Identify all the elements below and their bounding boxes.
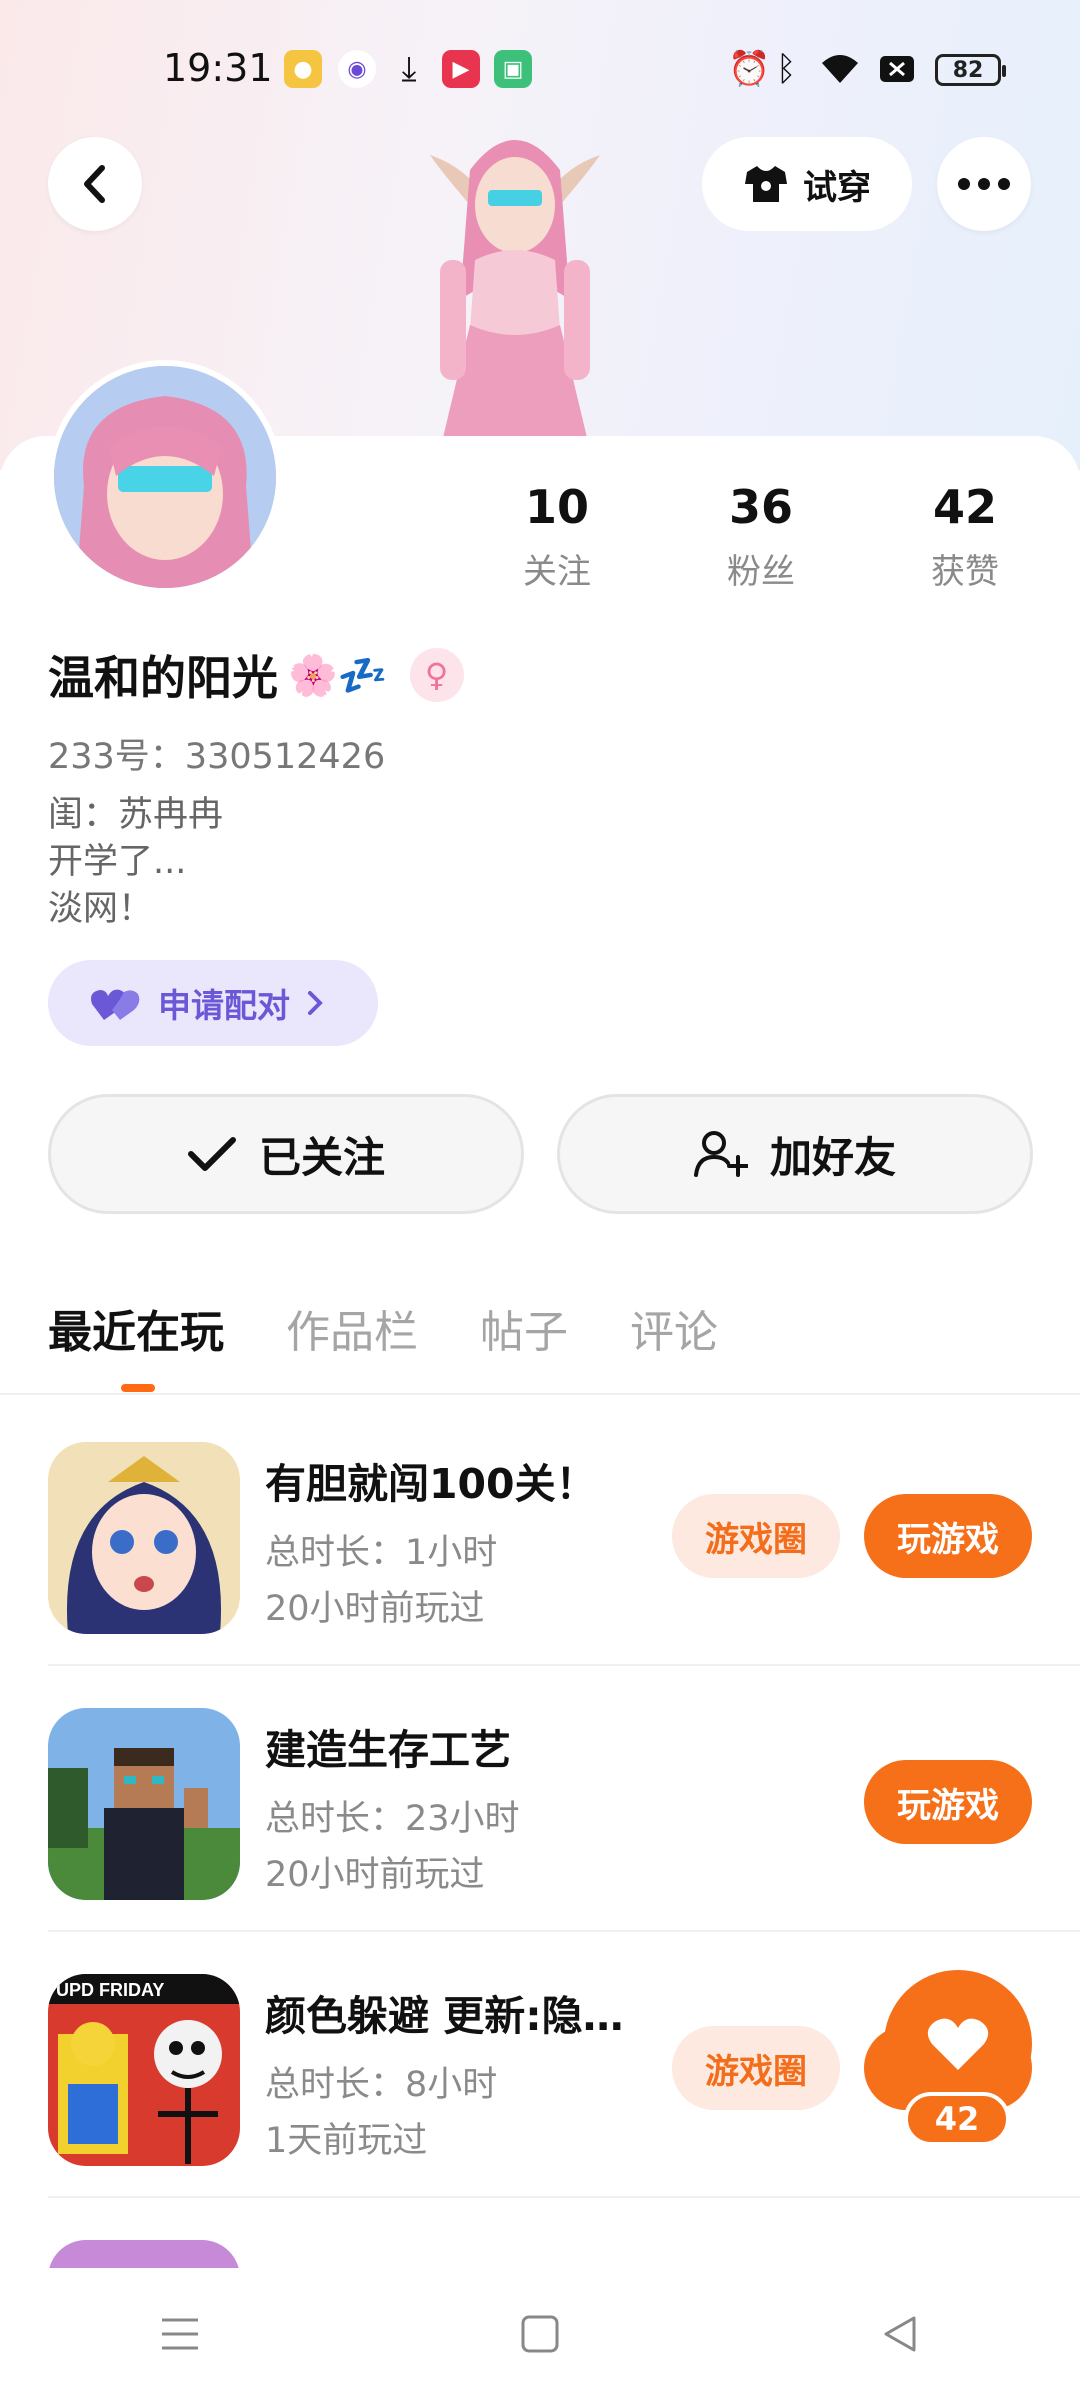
request-pair-label: 申请配对 — [158, 986, 290, 1025]
game-thumbnail — [48, 1708, 240, 1900]
chevron-left-icon — [84, 165, 105, 203]
alarm-icon: ⏰ — [728, 49, 771, 89]
back-nav-icon[interactable] — [880, 2314, 920, 2354]
profile-screen: 19:31 ● ◉ ⤓ ▶ ▣ ⏰ ᛒ 82 试穿 10 关注 36 粉丝 42… — [0, 0, 1080, 2400]
svg-text:UPD FRIDAY: UPD FRIDAY — [56, 1980, 164, 2000]
tab-comments[interactable]: 评论 — [630, 1296, 718, 1360]
sim-off-icon — [878, 46, 916, 92]
bio-line: 闺：苏冉冉 — [48, 795, 224, 835]
game-last-played: 20小时前玩过 — [265, 1589, 485, 1629]
add-user-icon — [693, 1131, 748, 1177]
profile-name-text: 温和的阳光 — [48, 651, 278, 705]
avatar-portrait — [54, 366, 276, 588]
weibo-icon: ● — [284, 50, 322, 88]
download-icon: ⤓ — [401, 49, 417, 89]
more-horizontal-icon — [958, 178, 1010, 190]
row-divider — [48, 2196, 1080, 2198]
hearts-icon — [91, 989, 140, 1020]
game-duration: 总时长：8小时 — [265, 2065, 498, 2105]
check-icon — [187, 1137, 236, 1171]
menu-icon[interactable] — [160, 2316, 200, 2352]
followed-button[interactable]: 已关注 — [48, 1094, 524, 1214]
game-icon — [48, 1442, 240, 1634]
add-friend-button[interactable]: 加好友 — [557, 1094, 1033, 1214]
profile-tabs: 最近在玩 作品栏 帖子 评论 — [48, 1296, 718, 1360]
like-count-badge: 42 — [904, 2092, 1010, 2146]
stat-following-value: 10 — [524, 480, 589, 534]
game-row[interactable]: 建造生存工艺 总时长：23小时 20小时前玩过 玩游戏 — [0, 1666, 1080, 1932]
bio-line: 开学了... — [48, 842, 187, 882]
system-navigation-bar — [0, 2268, 1080, 2400]
game-duration: 总时长：23小时 — [265, 1799, 520, 1839]
tab-divider — [0, 1393, 1080, 1395]
stat-likes-value: 42 — [932, 480, 997, 534]
battery-icon: 82 — [935, 54, 1006, 86]
app-store-icon: ▣ — [494, 50, 532, 88]
heart-icon — [927, 2018, 989, 2070]
stat-followers-value: 36 — [728, 480, 793, 534]
play-game-button[interactable]: 玩游戏 — [864, 1760, 1032, 1844]
game-thumbnail: UPD FRIDAY — [48, 1974, 240, 2166]
shirt-icon — [745, 166, 787, 202]
game-circle-button[interactable]: 游戏圈 — [672, 1494, 840, 1578]
game-icon — [48, 1708, 240, 1900]
stat-following-label: 关注 — [523, 552, 591, 592]
avatar[interactable] — [48, 360, 282, 594]
game-title: 颜色躲避 更新:隐… — [265, 1992, 624, 2040]
profile-name-emoji: 🌸💤 — [288, 652, 388, 699]
wifi-icon — [818, 46, 862, 92]
game-last-played: 20小时前玩过 — [265, 1855, 485, 1895]
game-last-played: 1天前玩过 — [265, 2121, 428, 2161]
back-button[interactable] — [48, 137, 142, 231]
add-friend-label: 加好友 — [769, 1132, 896, 1182]
try-on-button[interactable]: 试穿 — [702, 137, 912, 231]
tab-posts[interactable]: 帖子 — [480, 1296, 568, 1360]
tab-active-indicator — [121, 1384, 155, 1392]
tab-recently-played[interactable]: 最近在玩 — [48, 1296, 224, 1360]
try-on-label: 试穿 — [803, 167, 871, 208]
game-title: 建造生存工艺 — [265, 1726, 511, 1774]
bio-line: 淡网！ — [48, 889, 154, 929]
game-title: 有胆就闯100关！ — [265, 1460, 597, 1508]
stat-following[interactable]: 10 关注 — [477, 480, 637, 593]
app-icon: ◉ — [338, 50, 376, 88]
stat-likes[interactable]: 42 获赞 — [885, 480, 1045, 593]
chevron-right-icon — [308, 991, 323, 1015]
game-icon: UPD FRIDAY — [48, 1974, 240, 2166]
play-game-button[interactable]: 玩游戏 — [864, 1494, 1032, 1578]
home-icon[interactable] — [520, 2314, 560, 2354]
profile-name: 温和的阳光 🌸💤 ♀ — [48, 642, 464, 708]
avatar-3d-figure — [430, 140, 600, 450]
bluetooth-icon: ᛒ — [776, 49, 797, 89]
stat-followers[interactable]: 36 粉丝 — [681, 480, 841, 593]
stat-likes-label: 获赞 — [931, 552, 999, 592]
stat-followers-label: 粉丝 — [727, 552, 795, 592]
gender-female-icon: ♀ — [409, 648, 464, 702]
request-pair-button[interactable]: 申请配对 — [48, 960, 378, 1046]
game-thumbnail — [48, 1442, 240, 1634]
status-bar: 19:31 ● ◉ ⤓ ▶ ▣ ⏰ ᛒ 82 — [0, 38, 1080, 108]
status-time: 19:31 — [163, 46, 273, 90]
more-button[interactable] — [937, 137, 1031, 231]
game-duration: 总时长：1小时 — [265, 1533, 498, 1573]
user-id: 233号：330512426 — [48, 737, 386, 777]
tab-works[interactable]: 作品栏 — [286, 1296, 418, 1360]
video-app-icon: ▶ — [442, 50, 480, 88]
followed-label: 已关注 — [258, 1132, 385, 1182]
game-row[interactable]: 有胆就闯100关！ 总时长：1小时 20小时前玩过 游戏圈 玩游戏 — [0, 1400, 1080, 1666]
battery-level: 82 — [952, 57, 984, 83]
game-circle-button[interactable]: 游戏圈 — [672, 2026, 840, 2110]
bio: 闺：苏冉冉 开学了... 淡网！ — [48, 792, 223, 933]
